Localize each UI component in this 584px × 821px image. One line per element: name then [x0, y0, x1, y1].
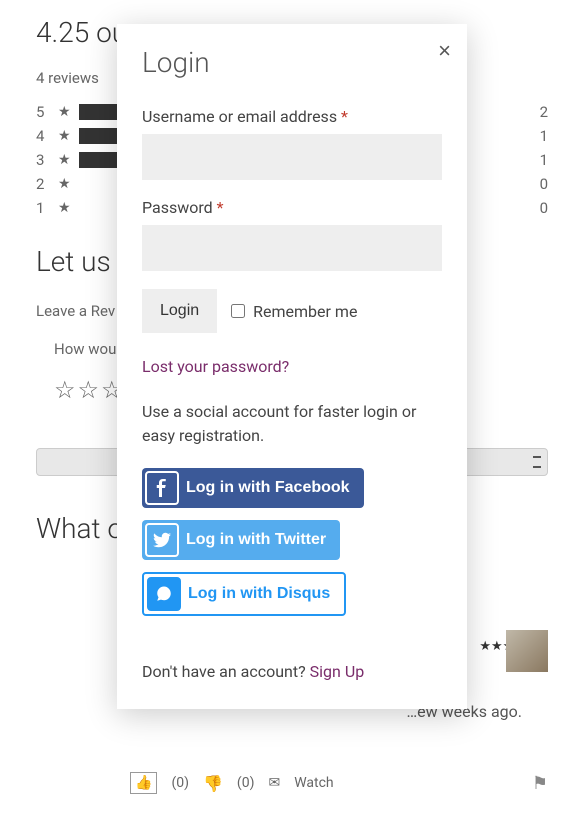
rating-count: 1 — [532, 127, 548, 145]
disqus-icon — [144, 574, 184, 614]
rating-count: 2 — [532, 103, 548, 121]
signup-link[interactable]: Sign Up — [310, 662, 365, 681]
avatar — [506, 630, 548, 672]
username-label: Username or email address * — [142, 107, 442, 126]
star-icon: ★ — [58, 200, 71, 216]
down-count: (0) — [237, 775, 255, 791]
rating-number: 5 — [36, 103, 50, 121]
password-input[interactable] — [142, 225, 442, 271]
star-icon: ★ — [58, 104, 71, 120]
rating-number: 4 — [36, 127, 50, 145]
star-outline-icon[interactable]: ☆ — [78, 376, 100, 404]
mail-icon[interactable]: ✉ — [268, 775, 280, 791]
rating-count: 0 — [532, 199, 548, 217]
watch-label[interactable]: Watch — [294, 775, 333, 791]
lost-password-link[interactable]: Lost your password? — [142, 357, 289, 376]
rating-count: 0 — [532, 175, 548, 193]
star-icon: ★ — [58, 152, 71, 168]
star-icon: ★ — [58, 176, 71, 192]
social-note: Use a social account for faster login or… — [142, 400, 442, 448]
login-disqus-button[interactable]: Log in with Disqus — [142, 572, 346, 616]
login-facebook-button[interactable]: Log in with Facebook — [142, 468, 364, 508]
password-label: Password * — [142, 198, 442, 217]
review-actions: 👍 (0) 👎 (0) ✉ Watch ⚑ — [130, 772, 548, 794]
up-count: (0) — [171, 775, 189, 791]
facebook-icon — [142, 468, 182, 508]
modal-title: Login — [142, 46, 442, 79]
remember-label: Remember me — [253, 302, 357, 321]
rating-count: 1 — [532, 151, 548, 169]
star-icon: ★ — [58, 128, 71, 144]
rating-number: 3 — [36, 151, 50, 169]
login-button[interactable]: Login — [142, 289, 217, 333]
close-icon[interactable]: × — [438, 38, 451, 64]
flag-icon[interactable]: ⚑ — [532, 773, 548, 794]
thumbs-up-icon[interactable]: 👍 — [130, 772, 157, 794]
twitter-icon — [142, 520, 182, 560]
rating-number: 1 — [36, 199, 50, 217]
username-input[interactable] — [142, 134, 442, 180]
signup-prompt: Don't have an account? Sign Up — [142, 662, 442, 681]
remember-checkbox[interactable] — [231, 304, 245, 318]
login-modal: × Login Username or email address * Pass… — [117, 24, 467, 709]
login-twitter-button[interactable]: Log in with Twitter — [142, 520, 340, 560]
thumbs-down-icon[interactable]: 👎 — [203, 774, 223, 793]
rating-number: 2 — [36, 175, 50, 193]
star-outline-icon[interactable]: ☆ — [54, 376, 76, 404]
remember-me[interactable]: Remember me — [231, 302, 357, 321]
